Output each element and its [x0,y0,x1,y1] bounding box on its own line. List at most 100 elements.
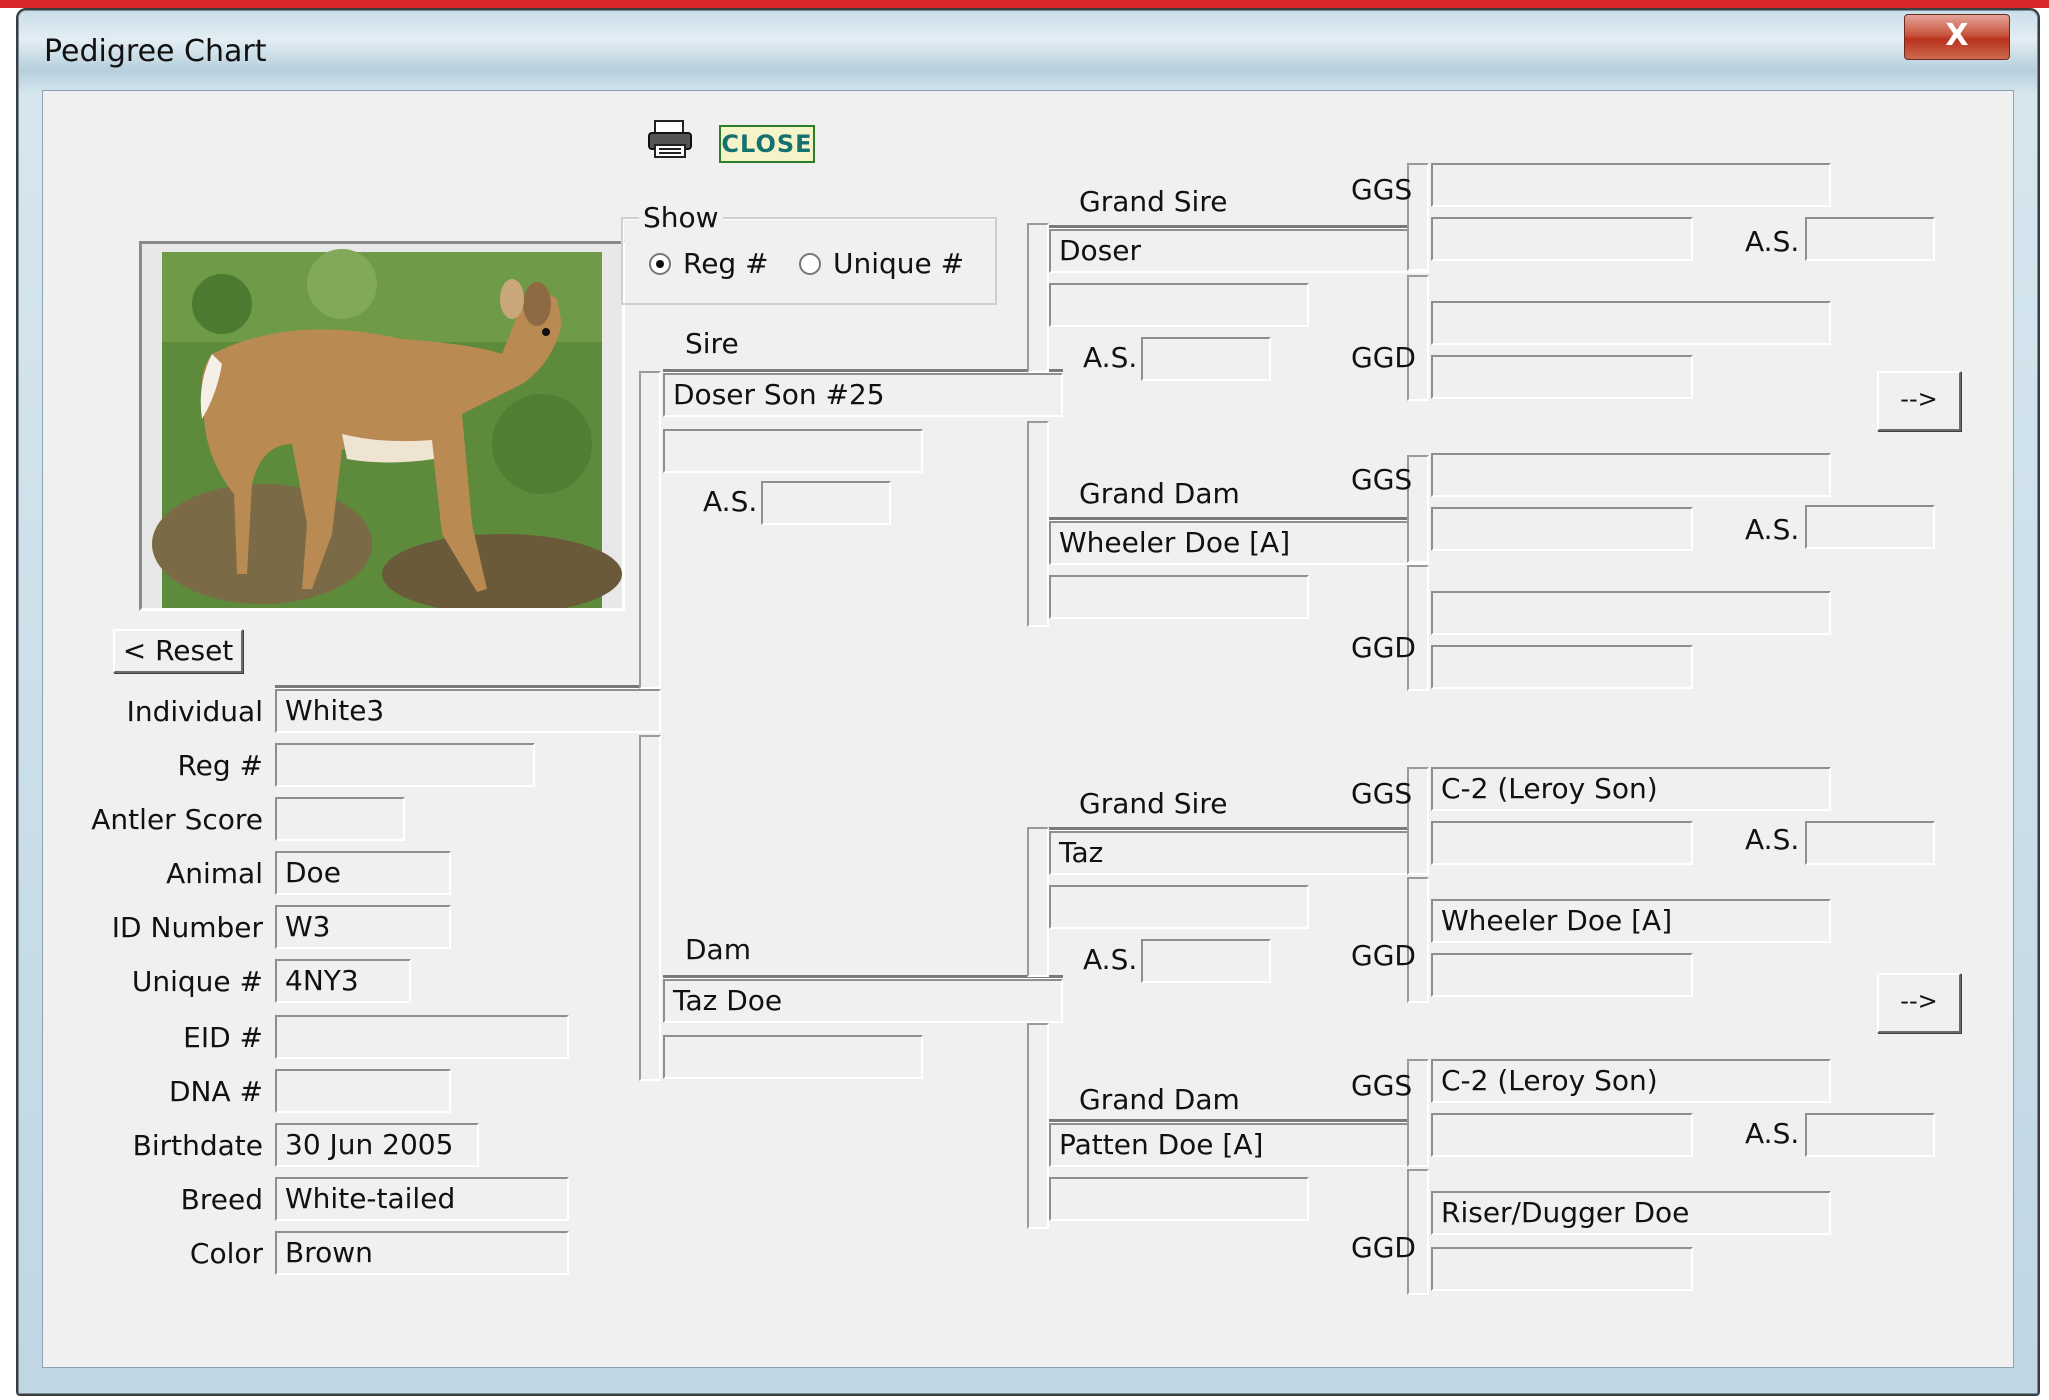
ggs-label-2: GGS [1351,463,1413,496]
pat-gd-ggs-as-field[interactable] [1805,505,1935,549]
mat-gd-ggd-name-field[interactable]: Riser/Dugger Doe [1431,1191,1831,1235]
antler-score-field[interactable] [275,797,405,841]
sire-as-label: A.S. [703,485,758,518]
mat-gs-ggs-as-label: A.S. [1745,823,1800,856]
reset-button[interactable]: < Reset [113,629,243,673]
reg-label: Reg # [177,749,263,782]
mat-grand-dam-label: Grand Dam [1079,1083,1240,1116]
mat-gs-ggs-reg-field[interactable] [1431,821,1693,865]
mat-gs-ggd-reg-field[interactable] [1431,953,1693,997]
dna-field[interactable] [275,1069,451,1113]
dam-upper-bar [1027,827,1049,977]
pat-gs-ggs-as-label: A.S. [1745,225,1800,258]
mat-gs-ggs-as-field[interactable] [1805,821,1935,865]
mat-gs-ggd-name-field[interactable]: Wheeler Doe [A] [1431,899,1831,943]
top-accent-line [0,0,2049,8]
id-number-label: ID Number [111,911,263,944]
individual-field[interactable]: White3 [275,689,661,733]
reg-radio[interactable] [649,253,671,275]
maternal-next-arrow-button[interactable]: --> [1877,973,1961,1033]
birthdate-label: Birthdate [132,1129,263,1162]
dam-name-field[interactable]: Taz Doe [663,979,1063,1023]
sire-reg-field[interactable] [663,429,923,473]
mat-gd-ggs-as-field[interactable] [1805,1113,1935,1157]
antler-score-label: Antler Score [91,803,263,836]
pat-gs-ggs-as-field[interactable] [1805,217,1935,261]
individual-label: Individual [126,695,263,728]
mat-gs-ggs-name-field[interactable]: C-2 (Leroy Son) [1431,767,1831,811]
id-number-field[interactable]: W3 [275,905,451,949]
sire-name-field[interactable]: Doser Son #25 [663,373,1063,417]
birthdate-field[interactable]: 30 Jun 2005 [275,1123,479,1167]
pat-grand-sire-as-field[interactable] [1141,337,1271,381]
dam-label: Dam [685,933,751,966]
ggs-label-4: GGS [1351,1069,1413,1102]
sire-label: Sire [685,327,739,360]
color-field[interactable]: Brown [275,1231,569,1275]
color-label: Color [189,1237,263,1270]
mat-grand-sire-label: Grand Sire [1079,787,1228,820]
reg-radio-label: Reg # [683,247,769,280]
dam-lower-bar [1027,1023,1049,1229]
mat-grand-dam-reg-field[interactable] [1049,1177,1309,1221]
sire-connector-bar [639,371,661,689]
mat-grand-sire-as-field[interactable] [1141,939,1271,983]
pat-grand-sire-reg-field[interactable] [1049,283,1309,327]
breed-field[interactable]: White-tailed [275,1177,569,1221]
print-button[interactable] [647,119,693,159]
pedigree-window: Pedigree Chart X CLOSE Show Reg # Unique… [16,8,2040,1396]
ggd-label-1: GGD [1351,341,1416,374]
ggd-label-4: GGD [1351,1231,1416,1264]
mat-gd-ggs-reg-field[interactable] [1431,1113,1693,1157]
ggd-label-2: GGD [1351,631,1416,664]
sire-lower-bar [1027,421,1049,627]
mat-gd-ggs-name-field[interactable]: C-2 (Leroy Son) [1431,1059,1831,1103]
unique-label: Unique # [131,965,263,998]
pat-grand-sire-name-field[interactable]: Doser [1049,229,1429,273]
sire-upper-bar [1027,223,1049,373]
animal-photo [139,241,625,614]
show-legend: Show [639,201,723,235]
sire-as-field[interactable] [761,481,891,525]
close-button[interactable]: CLOSE [719,125,815,163]
mat-grand-sire-reg-field[interactable] [1049,885,1309,929]
ggd-bar-1 [1407,275,1429,401]
window-close-button[interactable]: X [1904,14,2010,60]
mat-grand-sire-as-label: A.S. [1083,943,1138,976]
eid-field[interactable] [275,1015,569,1059]
connector-line [275,685,655,689]
animal-label: Animal [166,857,263,890]
ggd-bar-2 [1407,565,1429,691]
animal-field[interactable]: Doe [275,851,451,895]
unique-radio-label: Unique # [833,247,965,280]
unique-radio[interactable] [799,253,821,275]
pat-gs-ggd-reg-field[interactable] [1431,355,1693,399]
pat-gd-ggd-reg-field[interactable] [1431,645,1693,689]
pat-grand-sire-as-label: A.S. [1083,341,1138,374]
pat-grand-dam-reg-field[interactable] [1049,575,1309,619]
ggd-label-3: GGD [1351,939,1416,972]
pat-grand-sire-label: Grand Sire [1079,185,1228,218]
pat-gd-ggs-reg-field[interactable] [1431,507,1693,551]
pat-gs-ggs-name-field[interactable] [1431,163,1831,207]
deer-image [152,249,622,614]
breed-label: Breed [180,1183,263,1216]
mat-grand-sire-name-field[interactable]: Taz [1049,831,1429,875]
pat-grand-dam-label: Grand Dam [1079,477,1240,510]
pat-gd-ggs-name-field[interactable] [1431,453,1831,497]
pat-gs-ggs-reg-field[interactable] [1431,217,1693,261]
paternal-next-arrow-button[interactable]: --> [1877,371,1961,431]
pat-grand-dam-name-field[interactable]: Wheeler Doe [A] [1049,521,1429,565]
dam-reg-field[interactable] [663,1035,923,1079]
mat-grand-dam-name-field[interactable]: Patten Doe [A] [1049,1123,1429,1167]
client-area: CLOSE Show Reg # Unique # < Reset Indivi… [42,90,2014,1368]
eid-label: EID # [183,1021,263,1054]
pat-gs-ggd-name-field[interactable] [1431,301,1831,345]
mat-gd-ggd-reg-field[interactable] [1431,1247,1693,1291]
reg-field[interactable] [275,743,535,787]
window-title: Pedigree Chart [44,34,267,69]
pat-gd-ggs-as-label: A.S. [1745,513,1800,546]
ggs-label-1: GGS [1351,173,1413,206]
unique-field[interactable]: 4NY3 [275,959,411,1003]
pat-gd-ggd-name-field[interactable] [1431,591,1831,635]
